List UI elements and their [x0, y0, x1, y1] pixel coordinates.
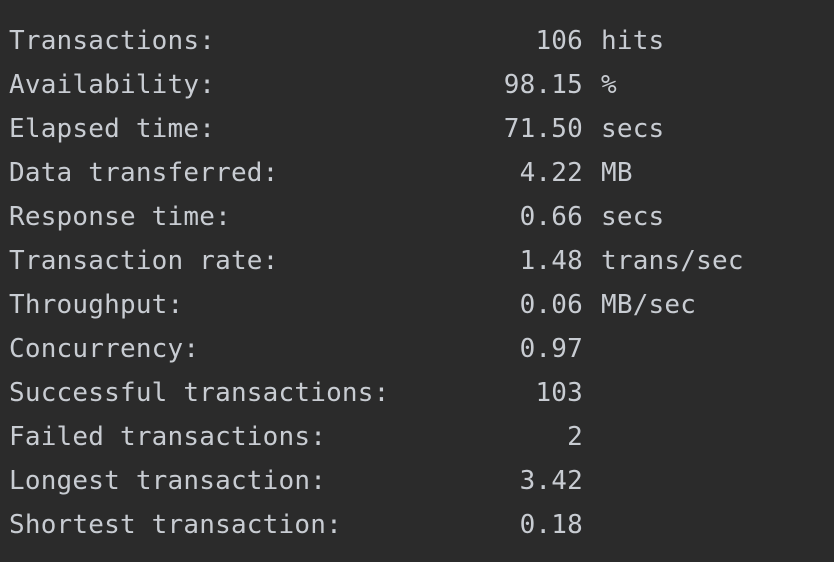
stat-label: Failed transactions:: [9, 422, 327, 452]
stat-label: Elapsed time:: [9, 114, 216, 144]
stat-row-concurrency: Concurrency: 0.97: [0, 320, 834, 364]
terminal-output: Transactions: 106 hits Availability: 98.…: [0, 0, 834, 562]
stat-row-shortest-transaction: Shortest transaction: 0.18: [0, 496, 834, 540]
stat-value: 0.66: [519, 202, 583, 232]
stat-unit: secs: [601, 114, 665, 144]
stat-row-transaction-rate: Transaction rate: 1.48 trans/sec: [0, 232, 834, 276]
stat-row-successful-transactions: Successful transactions: 103: [0, 364, 834, 408]
stat-unit: MB/sec: [601, 290, 697, 320]
stat-value: 1.48: [519, 246, 583, 276]
stat-row-longest-transaction: Longest transaction: 3.42: [0, 452, 834, 496]
stat-row-throughput: Throughput: 0.06 MB/sec: [0, 276, 834, 320]
stat-row-transactions: Transactions: 106 hits: [0, 12, 834, 56]
stat-label: Longest transaction:: [9, 466, 327, 496]
stat-value: 0.06: [519, 290, 583, 320]
stat-row-elapsed-time: Elapsed time: 71.50 secs: [0, 100, 834, 144]
stat-label: Response time:: [9, 202, 231, 232]
stat-unit: trans/sec: [601, 246, 744, 276]
stat-value: 2: [567, 422, 583, 452]
stat-label: Successful transactions:: [9, 378, 390, 408]
stat-value: 4.22: [519, 158, 583, 188]
stat-label: Throughput:: [9, 290, 184, 320]
stat-unit: MB: [601, 158, 633, 188]
stat-row-data-transferred: Data transferred: 4.22 MB: [0, 144, 834, 188]
stat-row-failed-transactions: Failed transactions: 2: [0, 408, 834, 452]
stat-label: Data transferred:: [9, 158, 279, 188]
stat-label: Shortest transaction:: [9, 510, 342, 540]
stat-value: 3.42: [519, 466, 583, 496]
stat-value: 98.15: [503, 70, 583, 100]
stat-unit: secs: [601, 202, 665, 232]
stat-value: 103: [535, 378, 583, 408]
stat-label: Transaction rate:: [9, 246, 279, 276]
stat-row-availability: Availability: 98.15 %: [0, 56, 834, 100]
stat-value: 71.50: [503, 114, 583, 144]
stat-value: 106: [535, 26, 583, 56]
stat-value: 0.18: [519, 510, 583, 540]
stat-label: Concurrency:: [9, 334, 200, 364]
stat-unit: %: [601, 70, 617, 100]
stat-label: Availability:: [9, 70, 216, 100]
stat-row-response-time: Response time: 0.66 secs: [0, 188, 834, 232]
stat-unit: hits: [601, 26, 665, 56]
stat-value: 0.97: [519, 334, 583, 364]
stat-label: Transactions:: [9, 26, 216, 56]
